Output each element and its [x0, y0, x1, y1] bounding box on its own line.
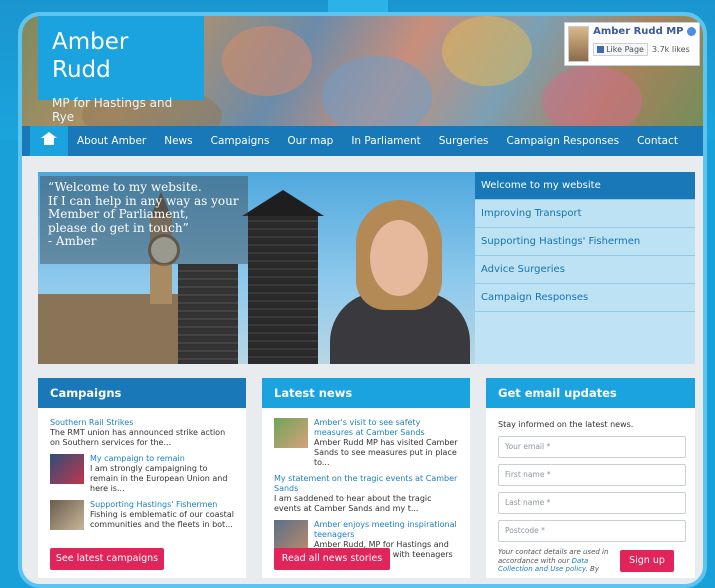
facebook-page-name-text[interactable]: Amber Rudd MP — [593, 26, 683, 37]
campaign-item[interactable]: Supporting Hastings' Fishermen Fishing i… — [38, 500, 246, 530]
net-hut — [178, 264, 238, 364]
news-item[interactable]: My statement on the tragic events at Cam… — [262, 474, 470, 514]
campaign-thumbnail[interactable] — [50, 454, 84, 484]
site-frame: Amber Rudd MP for Hastings and Rye Amber… — [18, 12, 707, 588]
verified-icon — [687, 26, 696, 36]
email-field[interactable]: Your email * — [498, 436, 686, 458]
site-subtitle: MP for Hastings and Rye — [52, 96, 173, 124]
facebook-like-label: Like Page — [606, 45, 644, 54]
news-item[interactable]: Amber's visit to see safety measures at … — [262, 418, 470, 468]
campaign-title[interactable]: Supporting Hastings' Fishermen — [90, 500, 236, 510]
email-updates-panel: Get email updates Stay informed on the l… — [486, 378, 695, 578]
see-latest-campaigns-button[interactable]: See latest campaigns — [50, 548, 164, 570]
postcode-field[interactable]: Postcode * — [498, 520, 686, 542]
facebook-page-name[interactable]: Amber Rudd MP — [593, 26, 696, 37]
net-hut — [242, 190, 324, 364]
news-excerpt: Amber Rudd MP has visited Camber Sands t… — [314, 438, 458, 467]
news-heading: Latest news — [262, 378, 470, 408]
first-name-field[interactable]: First name * — [498, 464, 686, 486]
campaign-excerpt: The RMT union has announced strike actio… — [50, 428, 226, 447]
news-title[interactable]: My statement on the tragic events at Cam… — [274, 474, 460, 494]
news-thumbnail[interactable] — [274, 418, 308, 448]
nav-item-news[interactable]: News — [155, 135, 201, 147]
nav-item-campaigns[interactable]: Campaigns — [202, 135, 279, 147]
header-banner: Amber Rudd MP for Hastings and Rye Amber… — [22, 16, 703, 126]
disclaimer-text: Your contact details are used in accorda… — [498, 548, 609, 565]
campaign-item[interactable]: My campaign to remain I am strongly camp… — [38, 454, 246, 494]
campaigns-panel: Campaigns Southern Rail Strikes The RMT … — [38, 378, 246, 578]
site-title-box[interactable]: Amber Rudd MP for Hastings and Rye — [38, 16, 204, 124]
crowd-photo-blob — [222, 26, 312, 96]
facebook-avatar[interactable] — [568, 26, 590, 62]
last-name-field[interactable]: Last name * — [498, 492, 686, 514]
welcome-quote-box: “Welcome to my website. If I can help in… — [40, 176, 248, 264]
nav-item-campaign-responses[interactable]: Campaign Responses — [498, 135, 629, 147]
email-intro: Stay informed on the latest news. — [498, 420, 634, 429]
email-updates-heading: Get email updates — [486, 378, 695, 408]
campaign-excerpt: Fishing is emblematic of our coastal com… — [90, 510, 234, 529]
crowd-photo-blob — [322, 56, 432, 126]
campaign-title[interactable]: Southern Rail Strikes — [50, 418, 236, 428]
nav-item-surgeries[interactable]: Surgeries — [430, 135, 498, 147]
privacy-disclaimer: Your contact details are used in accorda… — [498, 548, 618, 574]
hero-slide[interactable]: “Welcome to my website. If I can help in… — [38, 172, 475, 364]
portrait-face — [370, 220, 428, 296]
facebook-widget[interactable]: Amber Rudd MP Like Page 3.7k likes — [564, 22, 700, 66]
crowd-photo-blob — [442, 16, 532, 86]
facebook-likes-count: 3.7k likes — [651, 45, 690, 54]
slider-item-fishermen[interactable]: Supporting Hastings' Fishermen — [475, 228, 695, 256]
welcome-quote: “Welcome to my website. If I can help in… — [48, 180, 239, 248]
home-icon — [41, 131, 57, 147]
campaign-thumbnail[interactable] — [50, 500, 84, 530]
slider-item-campaign-responses[interactable]: Campaign Responses — [475, 284, 695, 312]
main-nav: About Amber News Campaigns Our map In Pa… — [22, 126, 703, 156]
campaign-item[interactable]: Southern Rail Strikes The RMT union has … — [38, 418, 246, 448]
crowd-photo-blob — [542, 66, 642, 126]
campaign-excerpt: I am strongly campaigning to remain in t… — [90, 464, 228, 493]
facebook-icon — [597, 46, 605, 53]
news-title[interactable]: Amber enjoys meeting inspirational teena… — [314, 520, 460, 540]
read-all-news-button[interactable]: Read all news stories — [274, 548, 390, 570]
campaign-title[interactable]: My campaign to remain — [90, 454, 236, 464]
slider-item-transport[interactable]: Improving Transport — [475, 200, 695, 228]
slider-item-surgeries[interactable]: Advice Surgeries — [475, 256, 695, 284]
slider-menu: Welcome to my website Improving Transpor… — [475, 172, 695, 364]
slider-item-welcome[interactable]: Welcome to my website — [475, 172, 695, 200]
nav-item-in-parliament[interactable]: In Parliament — [342, 135, 429, 147]
nav-item-about-amber[interactable]: About Amber — [68, 135, 155, 147]
site-title[interactable]: Amber Rudd — [52, 28, 190, 84]
sign-up-button[interactable]: Sign up — [620, 550, 674, 572]
facebook-like-button[interactable]: Like Page — [593, 43, 648, 56]
news-thumbnail[interactable] — [274, 520, 308, 550]
news-panel: Latest news Amber's visit to see safety … — [262, 378, 470, 578]
campaigns-heading: Campaigns — [38, 378, 246, 408]
news-title[interactable]: Amber's visit to see safety measures at … — [314, 418, 460, 438]
nav-item-contact[interactable]: Contact — [628, 135, 687, 147]
nav-item-our-map[interactable]: Our map — [278, 135, 342, 147]
news-excerpt: I am saddened to hear about the tragic e… — [274, 494, 432, 513]
disclaimer-text-end: . By — [585, 565, 600, 573]
nav-home-button[interactable] — [30, 126, 68, 156]
